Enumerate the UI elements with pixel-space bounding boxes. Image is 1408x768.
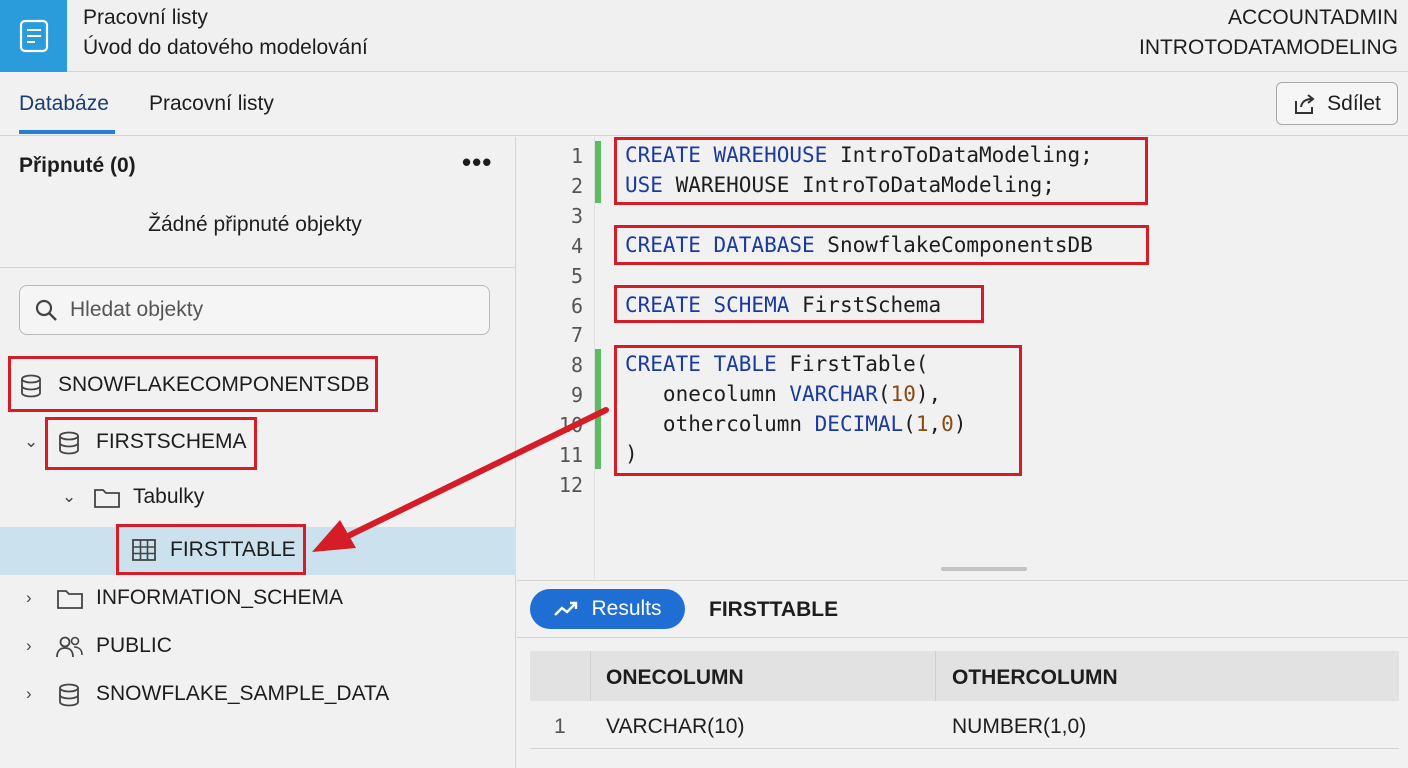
line-number: 6 [570,294,583,318]
column-header[interactable]: OTHERCOLUMN [952,666,1118,690]
worksheet-logo-icon[interactable] [0,0,67,72]
sql-editor[interactable]: 1 2 3 4 5 6 7 8 9 10 11 12 CREATE WAREHO… [517,137,1408,579]
results-table-header: ONECOLUMN OTHERCOLUMN [530,651,1399,701]
tree-item-label: INFORMATION_SCHEMA [96,586,343,609]
tree-item-sample-data[interactable]: › SNOWFLAKE_SAMPLE_DATA [0,671,516,719]
highlight-box-database-stmt [614,225,1149,265]
divider [517,637,1408,638]
chevron-right-icon[interactable]: › [26,684,32,704]
line-number: 7 [570,323,583,347]
share-icon [1295,93,1315,114]
search-placeholder: Hledat objekty [70,298,204,321]
tree-item-label: Tabulky [133,485,205,508]
line-number: 10 [558,413,583,437]
chevron-right-icon[interactable]: › [26,636,32,656]
warehouse-selector[interactable]: INTROTODATAMODELING [1139,36,1398,60]
share-label: Sdílet [1327,91,1381,115]
divider [0,267,516,268]
users-icon [56,636,83,658]
line-number: 3 [570,204,583,228]
highlight-box-warehouse [614,137,1148,205]
tree-item-tables-folder[interactable]: ⌄ Tabulky [0,474,516,522]
chevron-down-icon[interactable]: ⌄ [24,432,38,452]
change-marker [595,141,601,203]
line-number: 9 [570,383,583,407]
tree-item-public[interactable]: › PUBLIC [0,623,516,671]
table-cell[interactable]: VARCHAR(10) [606,715,744,739]
line-number-gutter: 1 2 3 4 5 6 7 8 9 10 11 12 [517,137,595,579]
resize-handle[interactable] [941,567,1027,571]
line-number: 2 [570,174,583,198]
search-input[interactable]: Hledat objekty [19,285,490,335]
tab-worksheets[interactable]: Pracovní listy [149,92,274,116]
search-icon [35,299,57,321]
results-button[interactable]: Results [530,589,685,629]
highlight-box-schema [45,417,257,470]
trend-chart-icon [554,601,578,616]
tree-item-information-schema[interactable]: › INFORMATION_SCHEMA [0,575,516,623]
folder-icon [94,489,120,508]
highlight-box-database [8,356,378,412]
column-header[interactable]: ONECOLUMN [606,666,744,690]
database-icon [59,683,79,707]
chevron-right-icon[interactable]: › [26,588,32,608]
tree-item-label: PUBLIC [96,634,172,657]
folder-icon [57,590,83,609]
app-window: Pracovní listy Úvod do datového modelová… [0,0,1408,768]
line-number: 8 [570,353,583,377]
object-explorer: Připnuté (0) ••• Žádné připnuté objekty … [0,137,516,768]
top-bar: Pracovní listy Úvod do datového modelová… [0,0,1408,72]
share-button[interactable]: Sdílet [1276,82,1398,125]
worksheet-name[interactable]: Úvod do datového modelování [83,36,368,60]
worksheet-section-title: Pracovní listy [83,6,208,29]
table-cell[interactable]: NUMBER(1,0) [952,715,1086,739]
results-object-name: FIRSTTABLE [709,598,839,621]
active-tab-indicator [19,130,115,134]
role-selector[interactable]: ACCOUNTADMIN [1228,6,1398,30]
pinned-empty-message: Žádné připnuté objekty [148,213,362,236]
highlight-box-schema-stmt [614,285,984,323]
highlight-box-table [116,524,306,575]
tab-databases[interactable]: Databáze [19,92,109,116]
line-number: 1 [570,144,583,168]
line-number: 4 [570,234,583,258]
column-divider [590,651,591,701]
table-row[interactable]: 1 VARCHAR(10) NUMBER(1,0) [530,701,1399,749]
line-number: 5 [570,264,583,288]
column-divider [935,651,936,701]
tree-item-label: SNOWFLAKE_SAMPLE_DATA [96,682,390,705]
results-panel: Results FIRSTTABLE ONECOLUMN OTHERCOLUMN… [517,580,1408,768]
chevron-down-icon[interactable]: ⌄ [62,487,76,507]
pinned-header[interactable]: Připnuté (0) [19,154,136,178]
tab-bar: Databáze Pracovní listy Sdílet [0,73,1408,136]
highlight-box-table-stmt [614,345,1022,476]
change-marker [595,349,601,469]
results-label: Results [591,597,662,620]
line-number: 11 [558,443,583,467]
row-index: 1 [554,715,566,738]
line-number: 12 [558,473,583,497]
more-options-icon[interactable]: ••• [462,147,492,178]
